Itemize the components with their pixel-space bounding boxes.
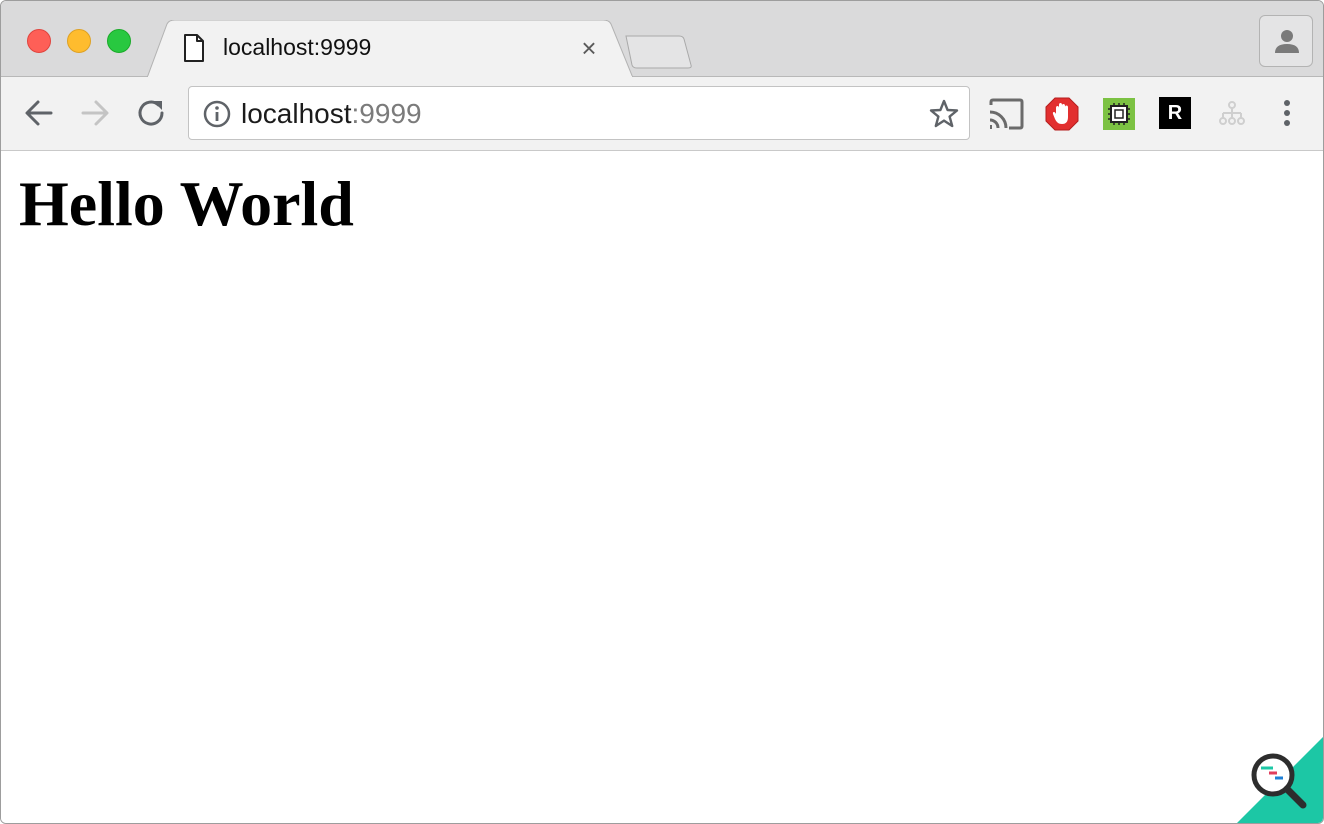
reload-button[interactable] bbox=[133, 95, 169, 131]
tab-title: localhost:9999 bbox=[223, 34, 372, 60]
back-button[interactable] bbox=[21, 95, 57, 131]
cast-icon[interactable] bbox=[987, 97, 1024, 131]
window-minimize-button[interactable] bbox=[67, 29, 91, 53]
r-extension-icon[interactable]: R bbox=[1159, 97, 1193, 131]
window-maximize-button[interactable] bbox=[107, 29, 131, 53]
r-extension-label: R bbox=[1159, 97, 1191, 129]
tab-strip: localhost:9999 × bbox=[1, 1, 1323, 78]
new-tab-button[interactable] bbox=[623, 34, 693, 70]
magnifier-badge-icon[interactable] bbox=[1235, 735, 1323, 823]
star-icon[interactable] bbox=[929, 99, 959, 129]
url-port: :9999 bbox=[351, 98, 422, 129]
forward-button[interactable] bbox=[77, 95, 113, 131]
adblock-icon[interactable] bbox=[1045, 97, 1079, 131]
url-text[interactable]: localhost:9999 bbox=[241, 98, 422, 130]
url-host: localhost bbox=[241, 98, 352, 129]
tab-active[interactable]: localhost:9999 × bbox=[147, 20, 633, 78]
profile-button[interactable] bbox=[1259, 15, 1313, 67]
info-icon[interactable] bbox=[203, 100, 231, 128]
page-content: Hello World bbox=[1, 151, 1323, 823]
page-icon bbox=[183, 34, 205, 62]
person-icon bbox=[1275, 30, 1299, 53]
reload-icon bbox=[138, 100, 164, 126]
address-bar[interactable]: localhost:9999 bbox=[188, 86, 970, 140]
browser-window: localhost:9999 × localhost:9999 R Hello … bbox=[0, 0, 1324, 824]
window-close-button[interactable] bbox=[27, 29, 51, 53]
arrow-left-icon bbox=[25, 100, 53, 126]
green-extension-icon[interactable] bbox=[1102, 97, 1136, 131]
toolbar: localhost:9999 R bbox=[1, 77, 1323, 151]
page-heading: Hello World bbox=[19, 168, 354, 239]
tab-close-icon[interactable]: × bbox=[577, 35, 601, 61]
sitemap-icon[interactable] bbox=[1215, 97, 1249, 131]
more-vertical-icon[interactable] bbox=[1275, 95, 1299, 131]
arrow-right-icon bbox=[81, 100, 109, 126]
